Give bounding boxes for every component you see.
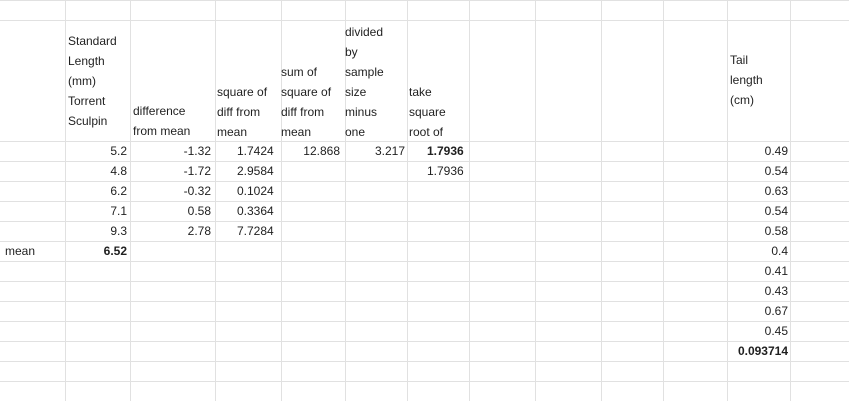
cell-tail-length[interactable]: 0.45 [728, 321, 788, 341]
grid-row-line [0, 281, 849, 282]
cell-tail-length[interactable]: 0.4 [728, 241, 788, 261]
cell-mean-label[interactable]: mean [5, 241, 63, 261]
header-line: minus [345, 105, 378, 119]
cell-square-diff[interactable]: 7.7284 [237, 221, 279, 241]
header-tail-length[interactable]: Tail length (cm) [730, 50, 790, 110]
grid-row-line [0, 261, 849, 262]
header-sum-square[interactable]: sum of square of diff from mean [281, 62, 345, 142]
cell-tail-length[interactable]: 0.43 [728, 281, 788, 301]
cell-square-diff[interactable]: 0.1024 [237, 181, 279, 201]
grid-row-line [0, 341, 849, 342]
header-line: square of [217, 85, 268, 99]
header-line: one [345, 125, 366, 139]
header-line: Tail [730, 53, 749, 67]
header-line: (mm) [68, 74, 96, 88]
header-line: size [345, 85, 367, 99]
header-line: take [409, 85, 432, 99]
grid-row-line [0, 181, 849, 182]
cell-difference[interactable]: 0.58 [131, 201, 211, 221]
cell-difference[interactable]: -1.72 [131, 161, 211, 181]
cell-tail-length[interactable]: 0.49 [728, 141, 788, 161]
grid-row-line [0, 361, 849, 362]
cell-sqrt[interactable]: 1.7936 [427, 161, 471, 181]
cell-mean-value[interactable]: 6.52 [66, 241, 127, 261]
header-line: difference [133, 104, 186, 118]
header-square-diff[interactable]: square of diff from mean [217, 82, 281, 142]
header-standard-length[interactable]: Standard Length (mm) Torrent Sculpin [68, 31, 130, 131]
cell-tail-length[interactable]: 0.54 [728, 161, 788, 181]
cell-standard-length[interactable]: 4.8 [66, 161, 127, 181]
cell-difference[interactable]: 2.78 [131, 221, 211, 241]
header-line: divided [345, 25, 384, 39]
header-line: diff from [217, 105, 261, 119]
cell-sum-square[interactable]: 12.868 [281, 141, 340, 161]
header-divided[interactable]: divided by sample size minus one [345, 22, 405, 142]
header-line: square [409, 105, 446, 119]
header-line: (cm) [730, 93, 754, 107]
cell-difference[interactable]: -0.32 [131, 181, 211, 201]
cell-tail-length[interactable]: 0.67 [728, 301, 788, 321]
cell-tail-length[interactable]: 0.41 [728, 261, 788, 281]
header-line: mean [217, 125, 248, 139]
cell-standard-length[interactable]: 9.3 [66, 221, 127, 241]
header-line: Standard [68, 34, 117, 48]
cell-sqrt-bold[interactable]: 1.7936 [427, 141, 471, 161]
header-line: Length [68, 54, 105, 68]
cell-tail-result[interactable]: 0.093714 [728, 341, 788, 361]
cell-tail-length[interactable]: 0.54 [728, 201, 788, 221]
cell-tail-length[interactable]: 0.58 [728, 221, 788, 241]
cell-tail-length[interactable]: 0.63 [728, 181, 788, 201]
cell-square-diff[interactable]: 1.7424 [237, 141, 279, 161]
grid-row-line [0, 0, 849, 1]
grid-row-line [0, 321, 849, 322]
header-line: by [345, 45, 358, 59]
grid-row-line [0, 201, 849, 202]
header-line: root of [409, 125, 444, 139]
grid-row-line [0, 301, 849, 302]
grid-row-line [0, 20, 849, 21]
cell-square-diff[interactable]: 2.9584 [237, 161, 279, 181]
header-line: square of [281, 85, 332, 99]
header-line: Sculpin [68, 114, 108, 128]
header-line: mean [281, 125, 312, 139]
header-difference[interactable]: difference from mean [133, 101, 213, 141]
grid-row-line [0, 161, 849, 162]
header-line: sum of [281, 65, 318, 79]
cell-divided[interactable]: 3.217 [345, 141, 405, 161]
header-sqrt[interactable]: take square root of [409, 82, 469, 142]
header-line: sample [345, 65, 384, 79]
cell-standard-length[interactable]: 6.2 [66, 181, 127, 201]
header-line: from mean [133, 124, 191, 138]
grid-row-line [0, 221, 849, 222]
cell-difference[interactable]: -1.32 [131, 141, 211, 161]
grid-row-line [0, 241, 849, 242]
header-line: length [730, 73, 763, 87]
header-line: diff from [281, 105, 325, 119]
cell-square-diff[interactable]: 0.3364 [237, 201, 279, 221]
cell-standard-length[interactable]: 7.1 [66, 201, 127, 221]
grid-row-line [0, 381, 849, 382]
cell-standard-length[interactable]: 5.2 [66, 141, 127, 161]
header-line: Torrent [68, 94, 106, 108]
